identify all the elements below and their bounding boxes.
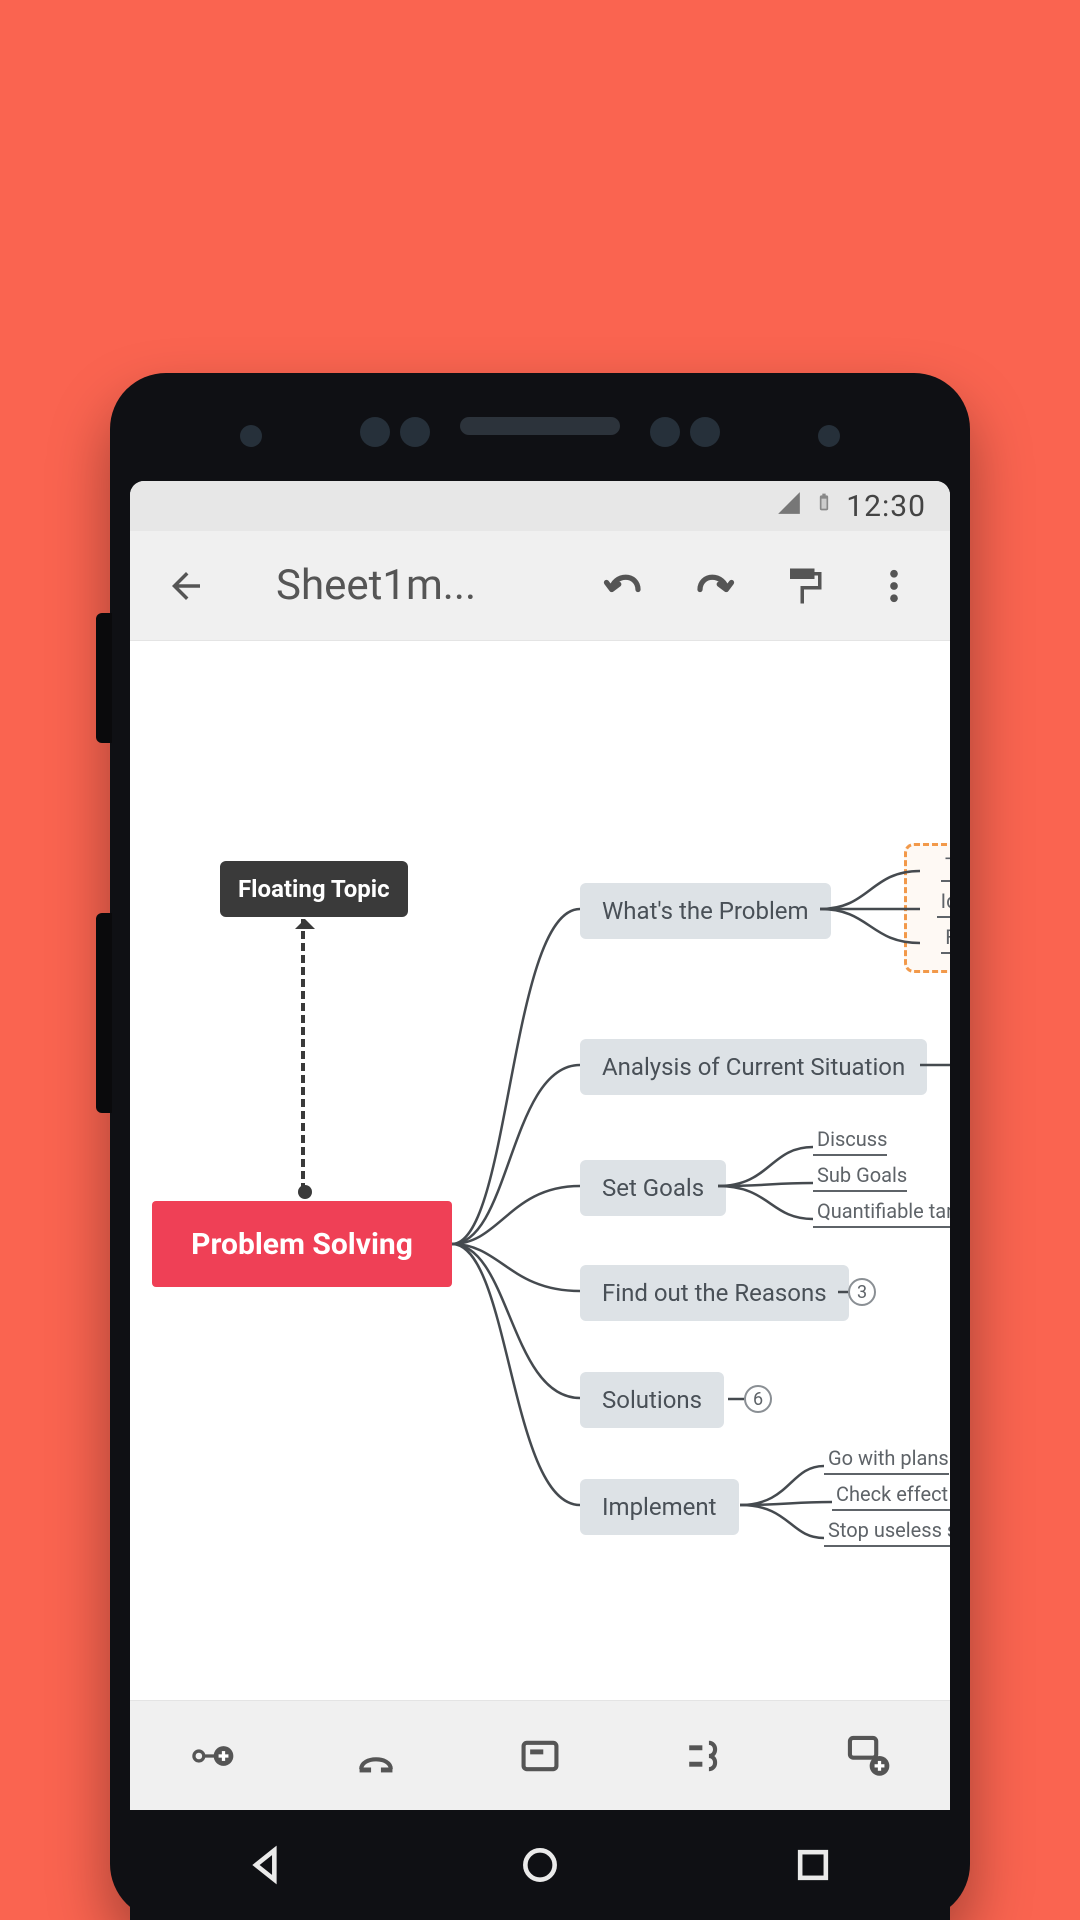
- nav-recent-button[interactable]: [783, 1835, 843, 1895]
- branch-implement[interactable]: Implement: [580, 1479, 739, 1535]
- branch-set-goals[interactable]: Set Goals: [580, 1160, 726, 1216]
- floating-topic-connector: [301, 919, 305, 1191]
- undo-button[interactable]: [594, 556, 654, 616]
- android-status-bar: 12:30: [130, 481, 950, 531]
- nav-home-button[interactable]: [510, 1835, 570, 1895]
- add-note-button[interactable]: [510, 1726, 570, 1786]
- format-button[interactable]: [774, 556, 834, 616]
- branch-solutions[interactable]: Solutions: [580, 1372, 724, 1428]
- leaf-item[interactable]: Stop useless so: [824, 1518, 950, 1547]
- mindmap-canvas[interactable]: Floating Topic Problem Solving What's th…: [130, 641, 950, 1700]
- phone-side-button: [96, 913, 112, 1113]
- leaf-item[interactable]: Discuss: [813, 1127, 887, 1156]
- add-relationship-button[interactable]: [346, 1726, 406, 1786]
- leaf-item[interactable]: Th: [941, 853, 950, 882]
- branch-whats-the-problem[interactable]: What's the Problem: [580, 883, 831, 939]
- leaf-item[interactable]: Quantifiable targe: [813, 1199, 950, 1228]
- screen: 12:30 Sheet1m... Floating Topic: [130, 481, 950, 1920]
- redo-button[interactable]: [684, 556, 744, 616]
- nav-back-button[interactable]: [237, 1835, 297, 1895]
- phone-speaker: [460, 417, 620, 435]
- root-node[interactable]: Problem Solving: [152, 1201, 452, 1287]
- branch-count-badge[interactable]: 6: [744, 1385, 772, 1413]
- battery-icon: [814, 487, 834, 525]
- phone-sensor: [690, 417, 720, 447]
- add-summary-button[interactable]: [674, 1726, 734, 1786]
- phone-sensor: [818, 425, 840, 447]
- add-subtopic-button[interactable]: [182, 1726, 242, 1786]
- add-floating-topic-button[interactable]: [838, 1726, 898, 1786]
- leaf-item[interactable]: Fir: [941, 925, 950, 954]
- branch-find-reasons[interactable]: Find out the Reasons: [580, 1265, 849, 1321]
- leaf-item[interactable]: Ide: [937, 889, 950, 918]
- document-title: Sheet1m...: [246, 561, 564, 610]
- phone-side-button: [96, 613, 112, 743]
- phone-sensor: [240, 425, 262, 447]
- clock-text: 12:30: [846, 489, 926, 524]
- android-nav-bar: [130, 1810, 950, 1920]
- phone-sensor: [650, 417, 680, 447]
- app-toolbar: Sheet1m...: [130, 531, 950, 641]
- branch-count-badge[interactable]: 3: [848, 1278, 876, 1306]
- more-button[interactable]: [864, 556, 924, 616]
- branch-analysis[interactable]: Analysis of Current Situation: [580, 1039, 927, 1095]
- back-button[interactable]: [156, 556, 216, 616]
- phone-sensor: [360, 417, 390, 447]
- leaf-item[interactable]: Check effect of: [832, 1482, 950, 1511]
- phone-frame: 12:30 Sheet1m... Floating Topic: [110, 373, 970, 1920]
- cell-signal-icon: [776, 489, 802, 524]
- bottom-toolbar: [130, 1700, 950, 1810]
- phone-sensor: [400, 417, 430, 447]
- leaf-item[interactable]: Go with plans: [824, 1446, 949, 1475]
- leaf-item[interactable]: Sub Goals: [813, 1163, 907, 1192]
